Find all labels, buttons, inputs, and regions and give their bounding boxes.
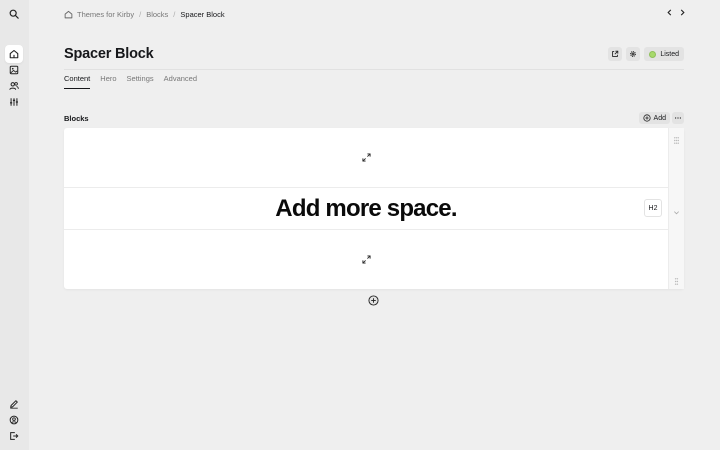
blocks-field-actions: Add (638, 112, 684, 124)
header-divider (64, 69, 684, 70)
heading-block[interactable]: Add more space. H2 (64, 188, 668, 229)
search-icon (9, 9, 19, 19)
spacer-block[interactable] (64, 229, 668, 289)
heading-text[interactable]: Add more space. (275, 195, 457, 223)
home-icon (9, 49, 19, 59)
tabs: Content Hero Settings Advanced (64, 74, 197, 89)
add-label: Add (653, 114, 666, 122)
spacer-block[interactable] (64, 128, 668, 188)
chevron-right-icon[interactable] (679, 9, 686, 16)
add-block-circle-button[interactable] (368, 295, 379, 306)
page-title: Spacer Block (64, 46, 154, 62)
breadcrumb: Themes for Kirby / Blocks / Spacer Block (64, 8, 225, 20)
dots-icon (674, 117, 682, 119)
sidebar-item-system[interactable] (5, 93, 23, 111)
tab-hero[interactable]: Hero (100, 74, 116, 89)
breadcrumb-separator: / (139, 9, 142, 19)
prev-next-nav (666, 9, 686, 16)
breadcrumb-item-blocks[interactable]: Blocks (146, 10, 168, 19)
header-actions: Listed (608, 47, 684, 61)
status-button[interactable]: Listed (644, 47, 684, 61)
home-icon[interactable] (64, 10, 73, 19)
chevron-down-icon (674, 211, 679, 215)
gear-icon (630, 51, 637, 57)
search-button[interactable] (5, 5, 23, 23)
expand-icon (361, 153, 371, 162)
status-dot-icon (649, 50, 657, 58)
breadcrumb-item-site[interactable]: Themes for Kirby (77, 10, 134, 19)
external-link-icon (612, 50, 619, 57)
logout-button[interactable] (5, 427, 23, 445)
add-circle-icon (368, 295, 379, 306)
sidebar (0, 0, 29, 450)
tab-advanced[interactable]: Advanced (164, 74, 197, 89)
drag-handle[interactable] (672, 132, 681, 150)
collapse-button[interactable] (673, 203, 680, 221)
settings-sliders-icon (10, 98, 19, 106)
blocks-field-label: Blocks (64, 114, 89, 123)
drag-handle[interactable] (672, 273, 681, 291)
pencil-icon (10, 400, 18, 409)
grip-icon (674, 278, 679, 285)
blocks-container: Add more space. H2 (64, 128, 684, 289)
account-icon (9, 415, 19, 425)
images-icon (9, 65, 19, 75)
add-circle-icon (642, 114, 651, 122)
page-settings-button[interactable] (626, 47, 641, 61)
breadcrumb-separator: / (173, 9, 176, 19)
users-icon (9, 82, 19, 90)
block-options-rail (668, 128, 684, 289)
breadcrumb-item-current[interactable]: Spacer Block (180, 10, 224, 19)
status-label: Listed (660, 50, 679, 58)
tab-settings[interactable]: Settings (127, 74, 154, 89)
tab-content[interactable]: Content (64, 74, 91, 89)
open-page-button[interactable] (608, 47, 623, 61)
logout-icon (10, 432, 19, 440)
chevron-left-icon[interactable] (666, 9, 673, 16)
add-block-button[interactable]: Add (638, 112, 670, 124)
grip-icon (673, 137, 680, 144)
blocks-options-button[interactable] (672, 112, 684, 124)
heading-level-select[interactable]: H2 (644, 199, 662, 217)
expand-icon (361, 255, 371, 264)
